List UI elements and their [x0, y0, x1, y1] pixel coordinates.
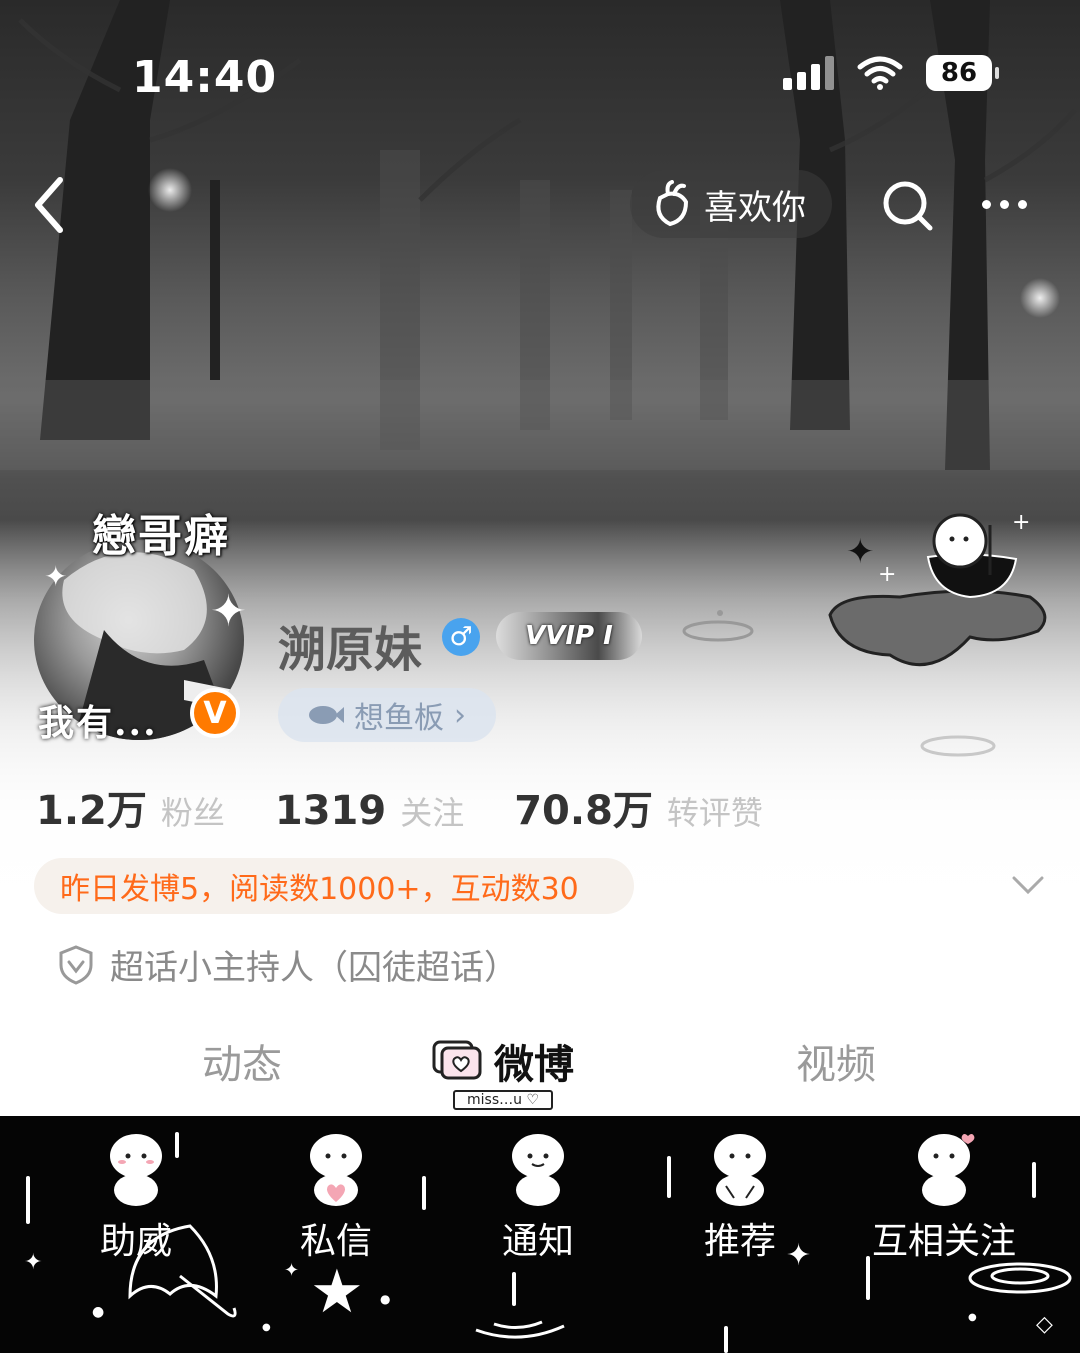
- stat-label: 转评赞: [666, 794, 763, 832]
- back-button[interactable]: [28, 172, 78, 238]
- carrot-icon: [656, 180, 689, 227]
- message-heart-icon: [432, 1040, 482, 1080]
- more-button[interactable]: [982, 192, 1042, 216]
- puppy-recommend-icon: [714, 1134, 766, 1206]
- sparkle-icon: ●: [380, 1292, 391, 1306]
- bottom-action-bar: ✦ ● ● ✦ ★ ● ✦ ● ◇ 助威 私信 通知 推荐 互相关注: [0, 1116, 1080, 1353]
- tab-weibo-label: 微博: [494, 1042, 574, 1088]
- svg-text:+: +: [878, 562, 896, 587]
- action-label: 私信: [299, 1221, 372, 1262]
- status-indicators: 86: [783, 55, 999, 91]
- avatar-sticker-text-bottom: 我有...: [38, 702, 158, 744]
- ripple-icon: [475, 1320, 565, 1339]
- sparkle-icon: ●: [92, 1304, 105, 1320]
- sparkle-icon: ●: [968, 1312, 977, 1323]
- action-cheer[interactable]: 助威: [46, 1116, 226, 1266]
- action-notify[interactable]: 通知: [448, 1116, 628, 1266]
- diamond-icon: ◇: [1036, 1312, 1053, 1337]
- sparkle-icon: ✦: [24, 1250, 43, 1275]
- fish-board-button[interactable]: 想鱼板 ›: [278, 688, 496, 742]
- verified-badge-icon: V: [190, 688, 240, 738]
- sparkle-icon: ●: [262, 1322, 271, 1333]
- chevron-right-icon: ›: [454, 697, 466, 733]
- more-icon: [982, 199, 991, 209]
- stat-interactions[interactable]: 70.8万 转评赞: [514, 778, 763, 836]
- action-mutual-follow[interactable]: 互相关注: [854, 1116, 1034, 1266]
- fish-icon: [309, 706, 344, 724]
- action-message[interactable]: 私信: [246, 1116, 426, 1266]
- star-icon: ★: [310, 1257, 364, 1327]
- puppy-notify-icon: [512, 1134, 564, 1206]
- tab-moments[interactable]: 动态: [202, 1032, 282, 1090]
- svg-text:✦: ✦: [846, 532, 875, 572]
- sparkle-icon: ✦: [210, 586, 247, 637]
- sparkle-icon: ✦: [44, 560, 68, 593]
- action-label: 推荐: [703, 1221, 776, 1262]
- puppy-mutual-icon: [918, 1134, 975, 1206]
- ripple-icon: [682, 610, 754, 642]
- stat-value: 1319: [274, 788, 387, 834]
- stat-label: 粉丝: [160, 794, 225, 832]
- activity-summary[interactable]: 昨日发博5，阅读数1000+，互动数30: [34, 858, 634, 914]
- like-you-button[interactable]: 喜欢你: [630, 170, 832, 238]
- vvip-badge[interactable]: VVIP I: [496, 612, 642, 660]
- stat-following[interactable]: 1319 关注: [275, 788, 464, 834]
- puppy-cheer-icon: [110, 1134, 162, 1206]
- like-you-label: 喜欢你: [704, 187, 806, 228]
- wifi-icon: [857, 56, 903, 90]
- supertopic-host-row[interactable]: 超话小主持人（囚徒超话）: [58, 940, 518, 989]
- signal-icon: [783, 56, 834, 90]
- battery-icon: 86: [926, 55, 999, 91]
- ripple-icon-small: [920, 735, 996, 757]
- tab-video[interactable]: 视频: [796, 1032, 876, 1090]
- stat-value: 70.8万: [514, 788, 653, 834]
- action-label: 助威: [99, 1221, 172, 1262]
- action-label: 互相关注: [871, 1221, 1016, 1262]
- shield-icon: [59, 944, 93, 985]
- avatar-sticker-text: 戀哥癖: [92, 511, 230, 562]
- stat-followers[interactable]: 1.2万 粉丝: [36, 778, 225, 836]
- tab-badge-sticker: miss…u ♡: [453, 1090, 553, 1110]
- supertopic-label: 超话小主持人（囚徒超话）: [110, 948, 518, 988]
- stat-label: 关注: [400, 794, 465, 832]
- action-recommend[interactable]: 推荐: [650, 1116, 830, 1266]
- profile-stats: 1.2万 粉丝 1319 关注 70.8万 转评赞: [36, 778, 813, 836]
- fish-board-label: 想鱼板: [354, 701, 444, 736]
- search-button[interactable]: [880, 178, 936, 234]
- stat-value: 1.2万: [36, 788, 147, 834]
- status-time: 14:40: [132, 52, 278, 103]
- gender-male-icon: ♂: [442, 618, 480, 656]
- chevron-down-icon[interactable]: [1010, 868, 1046, 904]
- puppy-puddle-sticker: ✦ + +: [828, 510, 1047, 667]
- svg-text:+: +: [1012, 510, 1030, 535]
- username: 溯原妹: [278, 622, 423, 678]
- puppy-heart-icon: [310, 1134, 362, 1206]
- action-label: 通知: [501, 1221, 574, 1262]
- tab-weibo[interactable]: 微博: [432, 1032, 574, 1090]
